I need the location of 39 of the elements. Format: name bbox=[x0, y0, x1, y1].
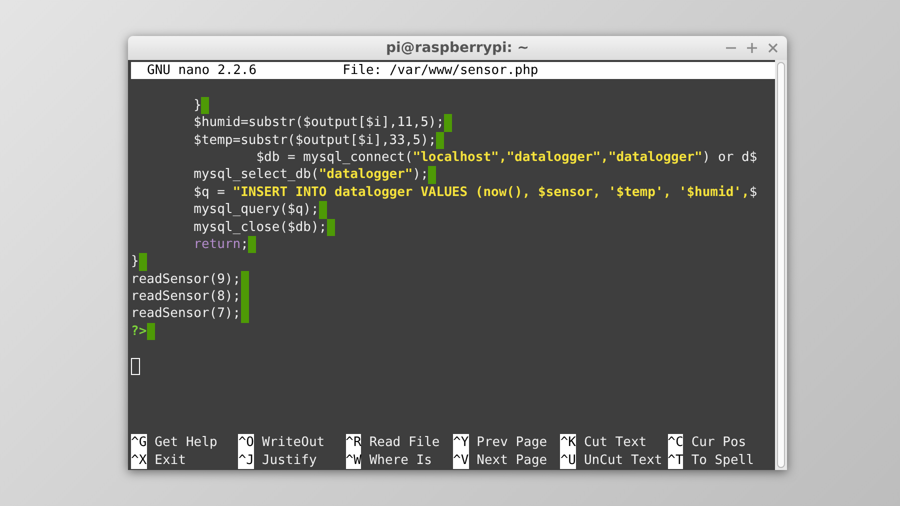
code-line: $temp=substr($output[$i],33,5); bbox=[192, 132, 436, 149]
shortcut-label: Exit bbox=[154, 452, 186, 470]
code-line: return; bbox=[192, 236, 248, 254]
shortcut-key: ^O bbox=[238, 434, 254, 452]
code-line: } bbox=[131, 253, 139, 271]
code-line: mysql_query($q); bbox=[192, 201, 319, 219]
code-line: $humid=substr($output[$i],11,5); bbox=[192, 114, 444, 132]
code-line: readSensor(8); bbox=[131, 288, 241, 306]
code-line: readSensor(7); bbox=[131, 305, 241, 323]
shortcut-label: Read File bbox=[369, 434, 440, 452]
shortcut-label: UnCut Text bbox=[584, 452, 662, 470]
shortcut-key: ^J bbox=[238, 452, 254, 470]
shortcut-label: WriteOut bbox=[262, 434, 325, 452]
shortcut-label: Where Is bbox=[369, 452, 432, 470]
nano-version: GNU nano 2.2.6 bbox=[147, 62, 257, 80]
shortcut-label: Justify bbox=[262, 452, 317, 470]
shortcut-label: Next Page bbox=[476, 452, 548, 470]
shortcut-label: Prev Page bbox=[476, 434, 548, 452]
shortcut-label: To Spell bbox=[691, 452, 754, 470]
shortcut-key: ^V bbox=[453, 452, 469, 470]
code-line: $db = mysql_connect("localhost","datalogger","datalogger") or d$ bbox=[255, 148, 758, 166]
shortcut-label: Cut Text bbox=[584, 434, 647, 452]
shortcut-key: ^X bbox=[131, 452, 147, 470]
code-line: readSensor(9); bbox=[131, 270, 241, 288]
shortcut-key: ^C bbox=[668, 434, 684, 452]
shortcut-label: Cur Pos bbox=[691, 434, 746, 452]
code-line: } bbox=[192, 96, 202, 114]
window-title: pi@raspberrypi: ~ bbox=[386, 38, 529, 58]
shortcut-key: ^K bbox=[560, 434, 576, 452]
code-line: ?> bbox=[131, 322, 147, 340]
file-name: File: /var/www/sensor.php bbox=[342, 62, 538, 80]
shortcut-key: ^G bbox=[131, 434, 147, 452]
code-line: mysql_close($db); bbox=[192, 218, 327, 236]
shortcut-key: ^Y bbox=[453, 434, 469, 452]
shortcut-label: Get Help bbox=[154, 434, 218, 452]
code-line: mysql_select_db("datalogger"); bbox=[192, 166, 428, 184]
code-line: $q = "INSERT INTO datalogger VALUES (now(), $sensor, '$temp', '$humid',$ bbox=[192, 184, 758, 202]
shortcut-key: ^T bbox=[668, 452, 684, 470]
shortcut-key: ^U bbox=[560, 452, 576, 470]
